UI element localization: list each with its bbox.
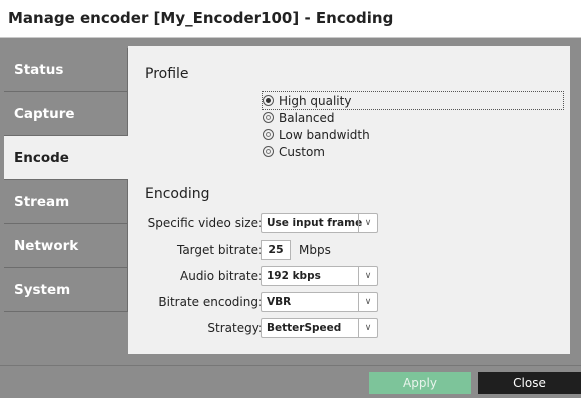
sidebar-item-capture[interactable]: Capture (4, 92, 128, 136)
sidebar-item-encode[interactable]: Encode (4, 136, 128, 180)
window-title: Manage encoder [My_Encoder100] - Encodin… (8, 9, 394, 27)
radio-icon (263, 112, 274, 123)
chevron-down-icon: ∨ (358, 214, 377, 232)
radio-low-bandwidth[interactable]: Low bandwidth (263, 126, 370, 143)
chevron-down-icon: ∨ (358, 267, 377, 285)
sidebar-item-system[interactable]: System (4, 268, 128, 312)
select-value: 192 kbps (267, 270, 321, 282)
target-bitrate-input[interactable]: 25 (261, 240, 291, 260)
dialog-footer: Apply Close (0, 365, 581, 398)
sidebar-item-network[interactable]: Network (4, 224, 128, 268)
sidebar-item-status[interactable]: Status (4, 48, 128, 92)
video-size-select[interactable]: Use input frame ∨ (261, 213, 378, 233)
settings-panel: Profile High quality Balanced Low bandwi… (128, 46, 570, 354)
strategy-select[interactable]: BetterSpeed ∨ (261, 318, 378, 338)
target-bitrate-label: Target bitrate: (176, 243, 262, 257)
radio-high-quality[interactable]: High quality (262, 91, 564, 110)
radio-icon (263, 129, 274, 140)
title-bar: Manage encoder [My_Encoder100] - Encodin… (0, 0, 581, 38)
select-value: BetterSpeed (267, 322, 342, 334)
audio-bitrate-label: Audio bitrate: (180, 269, 262, 283)
video-size-label: Specific video size: (147, 216, 262, 230)
encoder-dialog: Manage encoder [My_Encoder100] - Encodin… (0, 0, 581, 398)
strategy-label: Strategy: (207, 321, 262, 335)
select-value: Use input frame (267, 217, 363, 229)
sidebar-item-stream[interactable]: Stream (4, 180, 128, 224)
select-value: VBR (267, 296, 292, 308)
radio-custom[interactable]: Custom (263, 143, 325, 160)
audio-bitrate-select[interactable]: 192 kbps ∨ (261, 266, 378, 286)
bitrate-encoding-label: Bitrate encoding: (158, 295, 262, 309)
radio-label: Balanced (279, 110, 335, 125)
profile-heading: Profile (145, 66, 189, 82)
bitrate-encoding-select[interactable]: VBR ∨ (261, 292, 378, 312)
encoding-heading: Encoding (145, 186, 210, 202)
chevron-down-icon: ∨ (358, 293, 377, 311)
apply-button[interactable]: Apply (369, 372, 471, 394)
sidebar: Status Capture Encode Stream Network Sys… (0, 38, 128, 365)
radio-balanced[interactable]: Balanced (263, 109, 334, 126)
dialog-body: Status Capture Encode Stream Network Sys… (0, 38, 581, 398)
radio-label: High quality (279, 93, 352, 108)
bitrate-unit: Mbps (299, 243, 331, 257)
close-button[interactable]: Close (478, 372, 581, 394)
radio-label: Custom (279, 144, 325, 159)
radio-label: Low bandwidth (279, 127, 370, 142)
chevron-down-icon: ∨ (358, 319, 377, 337)
radio-icon (263, 146, 274, 157)
radio-checked-icon (263, 95, 274, 106)
